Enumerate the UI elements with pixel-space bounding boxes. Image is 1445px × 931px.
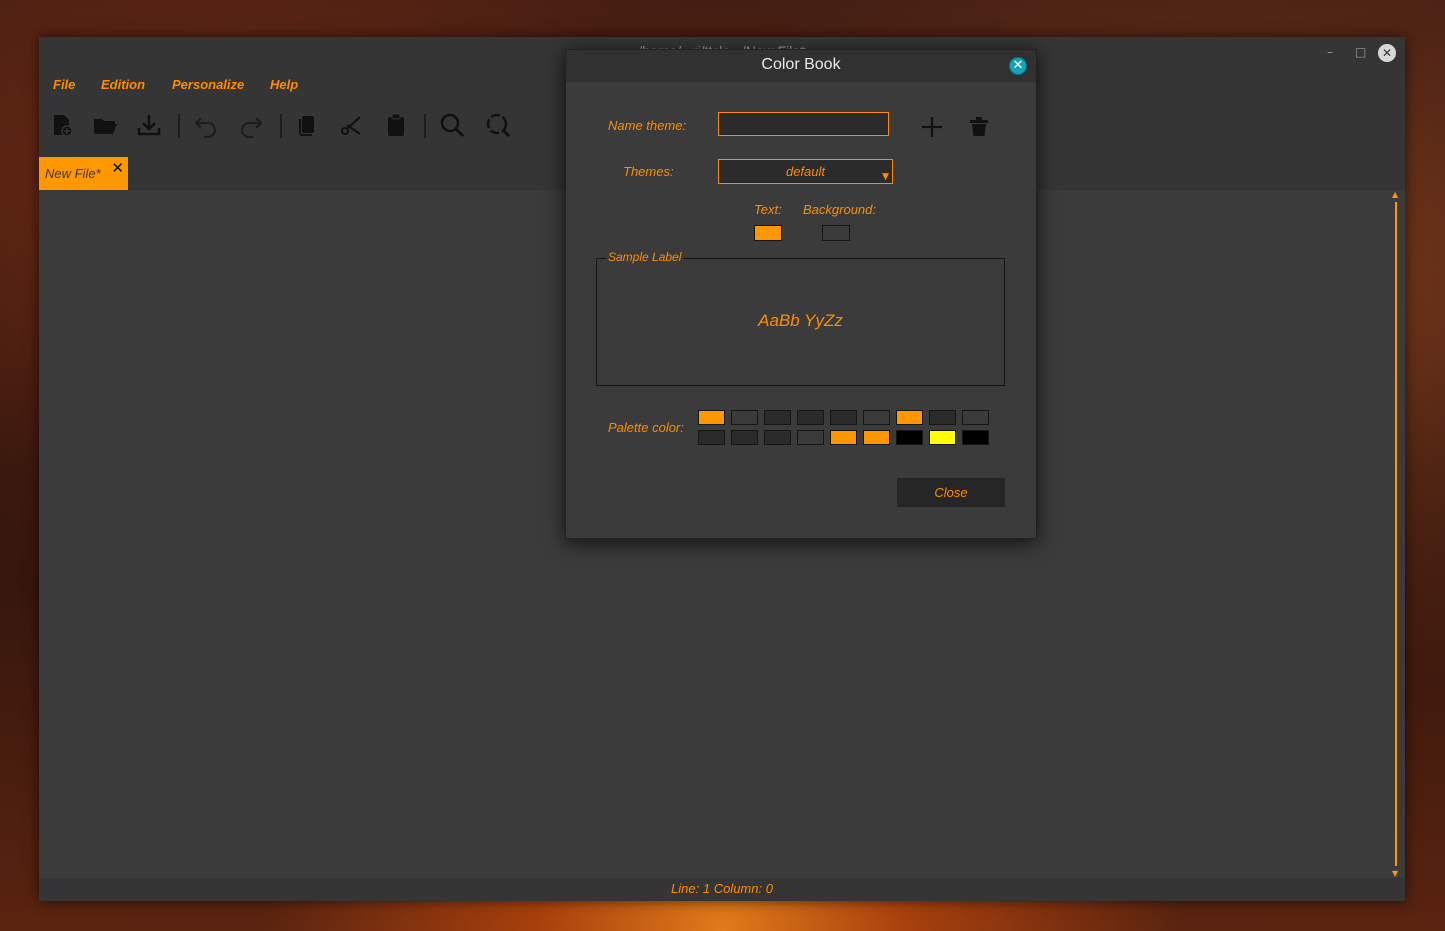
tab-label: New File* (45, 166, 101, 181)
themes-selected-value: default (785, 164, 826, 179)
palette-swatch[interactable] (962, 430, 989, 445)
chevron-down-icon: ▼ (882, 172, 889, 182)
palette-swatch[interactable] (863, 430, 890, 445)
open-folder-icon[interactable] (92, 112, 118, 138)
vertical-scrollbar[interactable]: ▲ ▼ (1389, 190, 1405, 878)
palette-swatch[interactable] (830, 410, 857, 425)
dialog-titlebar: Color Book ✕ (566, 50, 1036, 82)
minimize-button[interactable]: – (1327, 45, 1333, 59)
themes-select[interactable]: default ▼ (718, 159, 893, 184)
palette-swatch[interactable] (962, 410, 989, 425)
palette-swatch[interactable] (830, 430, 857, 445)
tab-close-icon[interactable]: ✕ (111, 159, 124, 177)
menu-edition[interactable]: Edition (101, 77, 145, 92)
redo-icon[interactable] (238, 112, 264, 139)
delete-theme-icon[interactable] (966, 114, 992, 140)
sample-text: AaBb YyZz (758, 311, 843, 330)
dialog-close-icon[interactable]: ✕ (1009, 57, 1027, 75)
menu-personalize[interactable]: Personalize (172, 77, 244, 92)
palette-swatch[interactable] (764, 410, 791, 425)
status-bar: Line: 1 Column: 0 (39, 878, 1405, 901)
text-color-label: Text: (754, 202, 782, 217)
toolbar-separator (178, 114, 180, 138)
cut-icon[interactable] (338, 112, 364, 138)
undo-icon[interactable] (193, 112, 219, 139)
replace-icon[interactable] (485, 112, 511, 138)
menu-help[interactable]: Help (270, 77, 298, 92)
color-book-dialog: Color Book ✕ Name theme: Themes: default… (565, 49, 1037, 539)
palette-swatch[interactable] (896, 410, 923, 425)
search-icon[interactable] (439, 112, 465, 138)
menu-file[interactable]: File (53, 77, 75, 92)
palette-color-label: Palette color: (608, 420, 684, 435)
paste-icon[interactable] (383, 112, 409, 138)
background-color-label: Background: (803, 202, 876, 217)
palette-swatch[interactable] (896, 430, 923, 445)
background-color-swatch[interactable] (822, 225, 850, 241)
palette-swatch[interactable] (797, 410, 824, 425)
palette-swatch[interactable] (698, 430, 725, 445)
scroll-down-icon[interactable]: ▼ (1392, 869, 1398, 878)
tab-new-file[interactable]: New File* ✕ (39, 157, 128, 190)
new-file-icon[interactable] (49, 112, 75, 138)
cursor-position: Line: 1 Column: 0 (671, 881, 773, 896)
window-close-button[interactable]: ✕ (1378, 44, 1396, 62)
sample-label-frame: Sample Label AaBb YyZz (596, 250, 1005, 386)
palette-swatch[interactable] (764, 430, 791, 445)
name-theme-label: Name theme: (608, 118, 687, 133)
sample-label-legend: Sample Label (606, 250, 684, 264)
palette-swatch[interactable] (929, 430, 956, 445)
copy-icon[interactable] (294, 112, 320, 138)
download-icon[interactable] (136, 112, 162, 138)
dialog-title: Color Book (761, 56, 841, 73)
palette-swatch[interactable] (698, 410, 725, 425)
scrollbar-track[interactable] (1395, 202, 1397, 866)
add-theme-icon[interactable] (919, 114, 945, 140)
toolbar-separator (280, 114, 282, 138)
palette-swatch[interactable] (731, 430, 758, 445)
palette-swatch[interactable] (929, 410, 956, 425)
palette-swatch[interactable] (797, 430, 824, 445)
palette-swatch[interactable] (863, 410, 890, 425)
close-button[interactable]: Close (897, 478, 1005, 507)
maximize-button[interactable]: □ (1355, 45, 1366, 59)
name-theme-input[interactable] (718, 112, 889, 136)
palette-swatch[interactable] (731, 410, 758, 425)
toolbar-separator (424, 114, 426, 138)
scroll-up-icon[interactable]: ▲ (1392, 190, 1398, 199)
themes-label: Themes: (623, 164, 674, 179)
text-color-swatch[interactable] (754, 225, 782, 241)
